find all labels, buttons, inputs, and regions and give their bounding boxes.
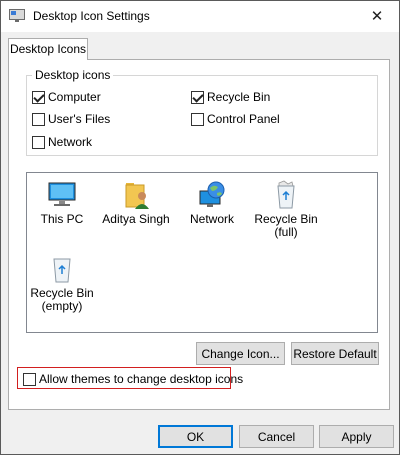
allow-themes-checkbox[interactable]: Allow themes to change desktop icons [23,372,243,386]
users-files-checkbox-label: User's Files [48,112,111,126]
tab-label: Desktop Icons [9,42,87,56]
close-icon: ✕ [370,8,384,25]
icon-item-this-pc[interactable]: This PC [23,179,101,226]
control-panel-checkbox-label: Control Panel [207,112,280,126]
change-icon-button[interactable]: Change Icon... [196,342,285,365]
user-folder-icon [125,183,149,209]
restore-default-button[interactable]: Restore Default [291,342,379,365]
icon-label-recycle-bin-full: Recycle Bin (full) [254,212,318,239]
recycle-bin-empty-icon [53,258,71,283]
apply-button[interactable]: Apply [319,425,394,448]
network-checkbox[interactable]: Network [32,135,92,149]
network-checkbox-label: Network [48,135,93,149]
network-checkbox-box[interactable] [32,135,45,149]
icon-item-user[interactable]: Aditya Singh [97,179,175,226]
desktop-settings-app-icon [9,9,25,22]
tab-desktop-icons[interactable]: Desktop Icons [8,38,88,60]
icon-label-this-pc: This PC [40,212,84,226]
computer-checkbox-box[interactable] [32,90,45,104]
window-title: Desktop Icon Settings [33,9,150,23]
icon-label-recycle-bin-empty: Recycle Bin (empty) [30,286,94,313]
monitor-icon [48,182,76,206]
allow-themes-checkbox-label: Allow themes to change desktop icons [39,372,244,386]
recycle-bin-full-icon [277,180,295,209]
recycle-bin-checkbox-box[interactable] [191,90,204,104]
recycle-bin-checkbox-label: Recycle Bin [207,90,271,104]
icon-label-user: Aditya Singh [102,212,170,226]
icon-label-network: Network [189,212,234,226]
users-files-checkbox-box[interactable] [32,112,45,126]
icon-item-recycle-bin-full[interactable]: Recycle Bin (full) [247,179,325,239]
computer-checkbox[interactable]: Computer [32,90,101,104]
control-panel-checkbox-box[interactable] [191,112,204,126]
network-globe-icon [199,181,225,207]
icon-list[interactable]: This PC Aditya Singh Network Recycle Bin… [26,172,378,333]
icon-item-recycle-bin-empty[interactable]: Recycle Bin (empty) [23,253,101,313]
ok-button[interactable]: OK [158,425,233,448]
cancel-button[interactable]: Cancel [239,425,314,448]
title-bar[interactable]: Desktop Icon Settings ✕ [1,1,399,32]
icon-item-network[interactable]: Network [173,179,251,226]
close-button[interactable]: ✕ [355,1,399,31]
desktop-icon-settings-dialog: Desktop Icon Settings ✕ Desktop Icons De… [0,0,400,455]
users-files-checkbox[interactable]: User's Files [32,112,110,126]
desktop-icons-group-title: Desktop icons [32,68,114,82]
computer-checkbox-label: Computer [48,90,101,104]
recycle-bin-checkbox[interactable]: Recycle Bin [191,90,270,104]
control-panel-checkbox[interactable]: Control Panel [191,112,280,126]
allow-themes-checkbox-box[interactable] [23,372,36,386]
